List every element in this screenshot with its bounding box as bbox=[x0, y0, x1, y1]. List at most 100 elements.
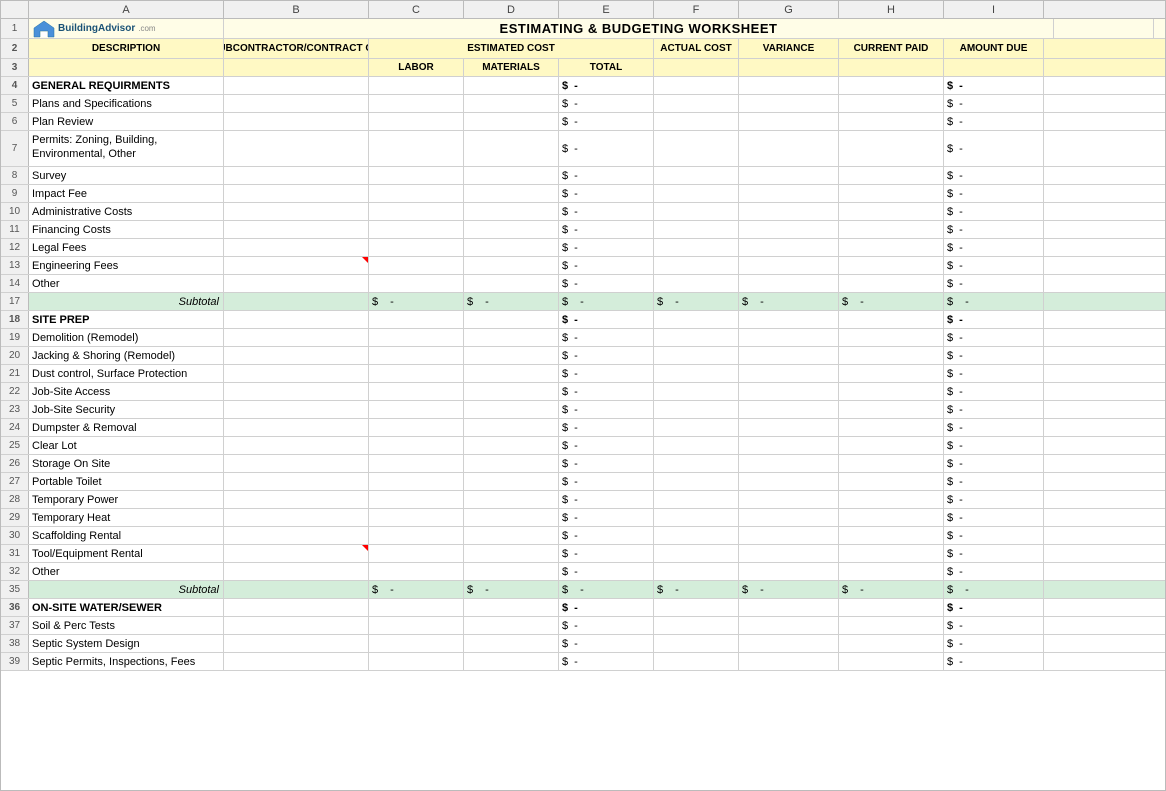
cell-26-f[interactable] bbox=[654, 455, 739, 472]
cell-25-d[interactable] bbox=[464, 437, 559, 454]
cell-24-c[interactable] bbox=[369, 419, 464, 436]
cell-29-d[interactable] bbox=[464, 509, 559, 526]
cell-22-c[interactable] bbox=[369, 383, 464, 400]
cell-22-f[interactable] bbox=[654, 383, 739, 400]
cell-38-f[interactable] bbox=[654, 635, 739, 652]
cell-10-b[interactable] bbox=[224, 203, 369, 220]
cell-37-c[interactable] bbox=[369, 617, 464, 634]
cell-21-f[interactable] bbox=[654, 365, 739, 382]
cell-13-c[interactable] bbox=[369, 257, 464, 274]
cell-39-b[interactable] bbox=[224, 653, 369, 670]
cell-27-f[interactable] bbox=[654, 473, 739, 490]
cell-12-c[interactable] bbox=[369, 239, 464, 256]
cell-8-d[interactable] bbox=[464, 167, 559, 184]
cell-22-b[interactable] bbox=[224, 383, 369, 400]
cell-10-d[interactable] bbox=[464, 203, 559, 220]
cell-11-b[interactable] bbox=[224, 221, 369, 238]
cell-25-b[interactable] bbox=[224, 437, 369, 454]
cell-23-d[interactable] bbox=[464, 401, 559, 418]
cell-31-f[interactable] bbox=[654, 545, 739, 562]
cell-21-d[interactable] bbox=[464, 365, 559, 382]
cell-8-f[interactable] bbox=[654, 167, 739, 184]
cell-12-b[interactable] bbox=[224, 239, 369, 256]
cell-38-d[interactable] bbox=[464, 635, 559, 652]
cell-38-b[interactable] bbox=[224, 635, 369, 652]
cell-26-b[interactable] bbox=[224, 455, 369, 472]
cell-21-b[interactable] bbox=[224, 365, 369, 382]
cell-30-f[interactable] bbox=[654, 527, 739, 544]
cell-31-d[interactable] bbox=[464, 545, 559, 562]
col-header-b[interactable]: B bbox=[224, 1, 369, 18]
cell-31-c[interactable] bbox=[369, 545, 464, 562]
cell-25-f[interactable] bbox=[654, 437, 739, 454]
cell-21-c[interactable] bbox=[369, 365, 464, 382]
cell-20-d[interactable] bbox=[464, 347, 559, 364]
cell-7-f[interactable] bbox=[654, 131, 739, 166]
cell-30-c[interactable] bbox=[369, 527, 464, 544]
cell-6-b[interactable] bbox=[224, 113, 369, 130]
cell-24-d[interactable] bbox=[464, 419, 559, 436]
cell-11-f[interactable] bbox=[654, 221, 739, 238]
cell-39-d[interactable] bbox=[464, 653, 559, 670]
cell-20-c[interactable] bbox=[369, 347, 464, 364]
cell-6-f[interactable] bbox=[654, 113, 739, 130]
cell-13-b[interactable] bbox=[224, 257, 369, 274]
col-header-f[interactable]: F bbox=[654, 1, 739, 18]
cell-9-c[interactable] bbox=[369, 185, 464, 202]
cell-5-b[interactable] bbox=[224, 95, 369, 112]
cell-12-f[interactable] bbox=[654, 239, 739, 256]
cell-32-c[interactable] bbox=[369, 563, 464, 580]
cell-8-b[interactable] bbox=[224, 167, 369, 184]
cell-9-b[interactable] bbox=[224, 185, 369, 202]
cell-23-b[interactable] bbox=[224, 401, 369, 418]
cell-14-d[interactable] bbox=[464, 275, 559, 292]
cell-9-f[interactable] bbox=[654, 185, 739, 202]
cell-19-d[interactable] bbox=[464, 329, 559, 346]
cell-26-d[interactable] bbox=[464, 455, 559, 472]
cell-22-d[interactable] bbox=[464, 383, 559, 400]
col-header-g[interactable]: G bbox=[739, 1, 839, 18]
cell-37-d[interactable] bbox=[464, 617, 559, 634]
cell-28-f[interactable] bbox=[654, 491, 739, 508]
col-header-i[interactable]: I bbox=[944, 1, 1044, 18]
cell-19-c[interactable] bbox=[369, 329, 464, 346]
cell-27-b[interactable] bbox=[224, 473, 369, 490]
cell-6-c[interactable] bbox=[369, 113, 464, 130]
col-header-a[interactable]: A bbox=[29, 1, 224, 18]
cell-29-c[interactable] bbox=[369, 509, 464, 526]
cell-37-b[interactable] bbox=[224, 617, 369, 634]
cell-12-d[interactable] bbox=[464, 239, 559, 256]
cell-28-d[interactable] bbox=[464, 491, 559, 508]
cell-32-f[interactable] bbox=[654, 563, 739, 580]
cell-32-b[interactable] bbox=[224, 563, 369, 580]
cell-28-b[interactable] bbox=[224, 491, 369, 508]
cell-6-d[interactable] bbox=[464, 113, 559, 130]
cell-9-d[interactable] bbox=[464, 185, 559, 202]
cell-27-d[interactable] bbox=[464, 473, 559, 490]
cell-24-b[interactable] bbox=[224, 419, 369, 436]
cell-10-c[interactable] bbox=[369, 203, 464, 220]
cell-10-f[interactable] bbox=[654, 203, 739, 220]
cell-30-d[interactable] bbox=[464, 527, 559, 544]
cell-39-f[interactable] bbox=[654, 653, 739, 670]
cell-13-d[interactable] bbox=[464, 257, 559, 274]
cell-24-f[interactable] bbox=[654, 419, 739, 436]
cell-25-c[interactable] bbox=[369, 437, 464, 454]
cell-38-c[interactable] bbox=[369, 635, 464, 652]
cell-13-f[interactable] bbox=[654, 257, 739, 274]
cell-14-f[interactable] bbox=[654, 275, 739, 292]
cell-11-d[interactable] bbox=[464, 221, 559, 238]
cell-5-c[interactable] bbox=[369, 95, 464, 112]
cell-19-b[interactable] bbox=[224, 329, 369, 346]
cell-14-c[interactable] bbox=[369, 275, 464, 292]
cell-5-f[interactable] bbox=[654, 95, 739, 112]
cell-31-b[interactable] bbox=[224, 545, 369, 562]
col-header-d[interactable]: D bbox=[464, 1, 559, 18]
cell-5-d[interactable] bbox=[464, 95, 559, 112]
cell-27-c[interactable] bbox=[369, 473, 464, 490]
cell-7-b[interactable] bbox=[224, 131, 369, 166]
cell-14-b[interactable] bbox=[224, 275, 369, 292]
cell-29-f[interactable] bbox=[654, 509, 739, 526]
col-header-c[interactable]: C bbox=[369, 1, 464, 18]
cell-7-d[interactable] bbox=[464, 131, 559, 166]
